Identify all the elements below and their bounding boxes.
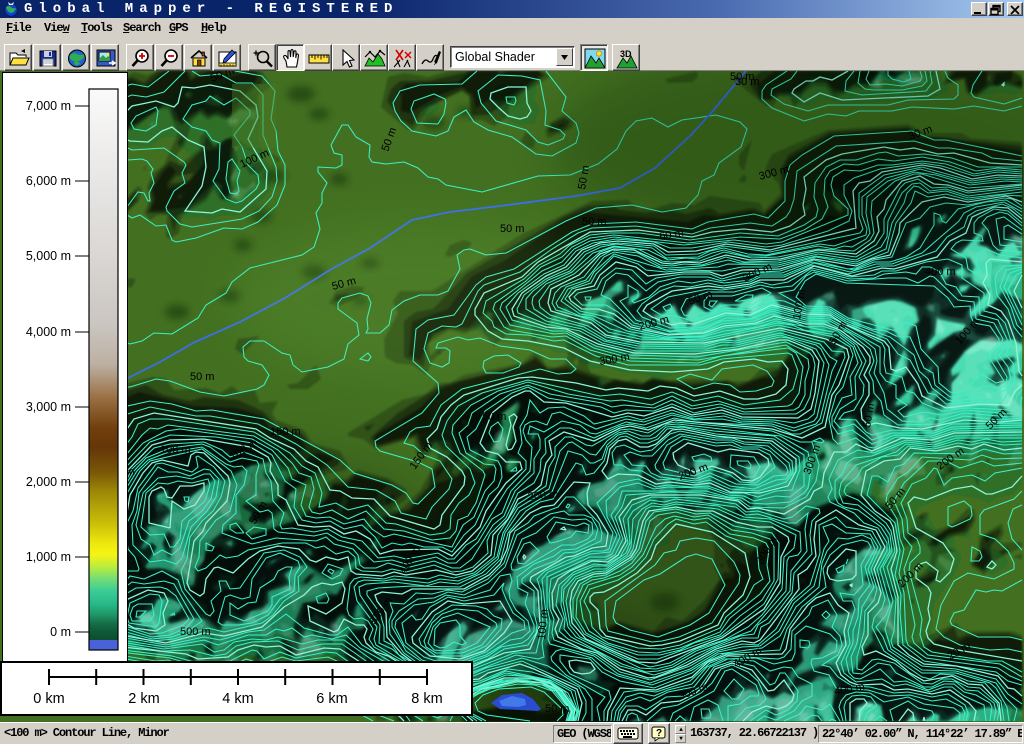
svg-text:6,000 m: 6,000 m [26, 174, 71, 188]
svg-text:6 km: 6 km [316, 691, 347, 707]
svg-text:30 m: 30 m [735, 76, 759, 88]
svg-text:1,000 m: 1,000 m [26, 550, 71, 564]
svg-text:0 km: 0 km [33, 691, 64, 707]
svg-text:8 km: 8 km [411, 691, 442, 707]
svg-text:50 m: 50 m [190, 371, 214, 383]
svg-text:100 m: 100 m [160, 444, 191, 456]
svg-text:400 m: 400 m [925, 266, 956, 278]
svg-text:0 m: 0 m [50, 625, 71, 639]
svg-text:50 m: 50 m [582, 216, 606, 228]
svg-text:7,000 m: 7,000 m [26, 99, 71, 113]
svg-text:2 km: 2 km [128, 691, 159, 707]
svg-text:4 km: 4 km [222, 691, 253, 707]
svg-text:5,000 m: 5,000 m [26, 249, 71, 263]
svg-text:50 m: 50 m [545, 703, 569, 715]
svg-text:3,000 m: 3,000 m [26, 400, 71, 414]
svg-text:50 m: 50 m [482, 411, 506, 423]
svg-text:4,000 m: 4,000 m [26, 325, 71, 339]
svg-text:500 m: 500 m [180, 626, 211, 638]
svg-text:50 m: 50 m [500, 223, 524, 235]
svg-text:2,000 m: 2,000 m [26, 475, 71, 489]
svg-text:150 m: 150 m [270, 426, 301, 438]
